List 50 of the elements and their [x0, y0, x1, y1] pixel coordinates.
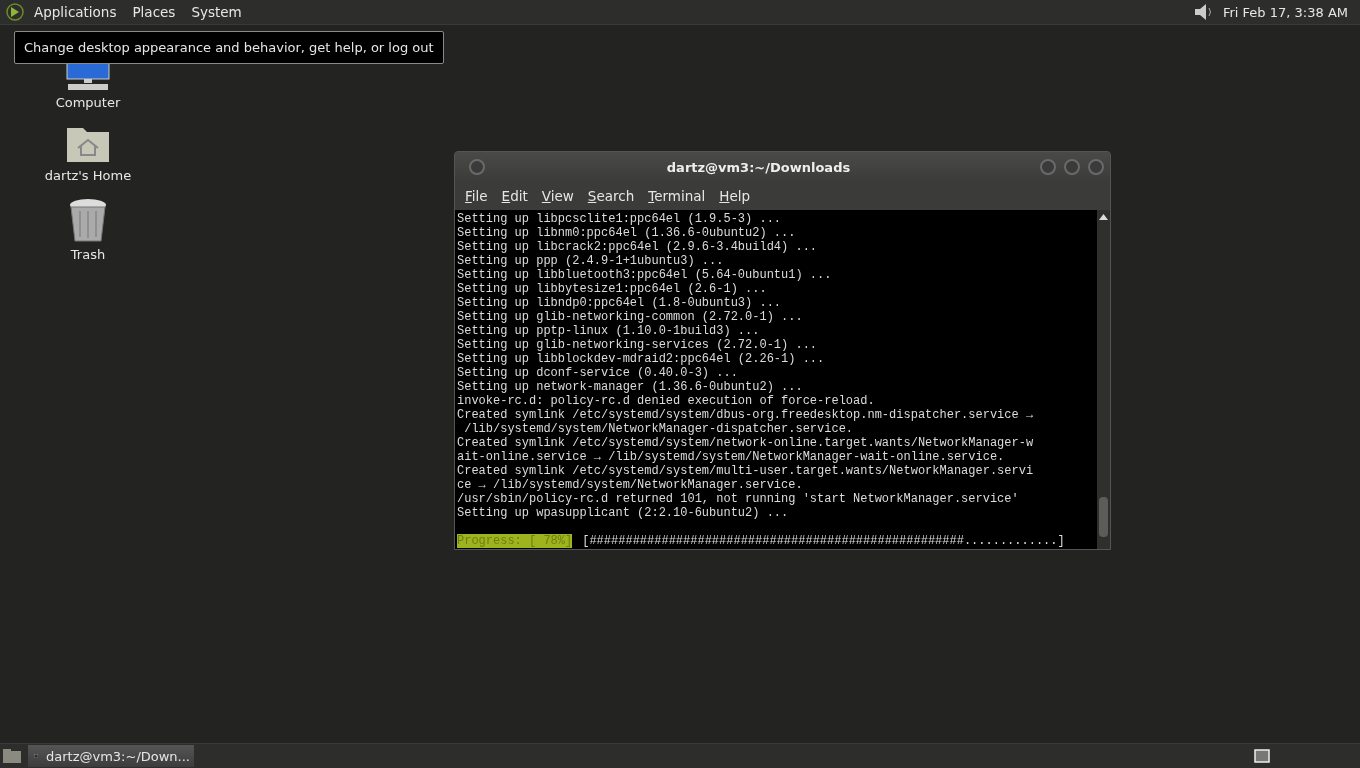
progress-bar-text: [####################################################.............] [582, 534, 1065, 548]
terminal-line: Setting up libnm0:ppc64el (1.36.6-0ubuntu2) ... [457, 226, 797, 240]
minimize-button[interactable] [1040, 159, 1056, 175]
logo-icon[interactable] [6, 3, 24, 21]
terminal-line: Setting up dconf-service (0.40.0-3) ... [457, 366, 739, 380]
terminal-line: Setting up libblockdev-mdraid2:ppc64el (2.26-1) ... [457, 352, 826, 366]
panel-menu[interactable]: Applications [28, 4, 123, 20]
menu-item[interactable]: Search [581, 188, 641, 204]
panel-menu[interactable]: System [185, 4, 248, 20]
terminal-line: ce → /lib/systemd/system/NetworkManager.service. [457, 478, 804, 492]
terminal-line: /usr/sbin/policy-rc.d returned 101, not running 'start NetworkManager.service' [457, 492, 1020, 506]
terminal-line: Setting up libpcsclite1:ppc64el (1.9.5-3) ... [457, 212, 783, 226]
show-desktop-icon[interactable] [2, 748, 22, 764]
terminal-line: Setting up libbytesize1:ppc64el (2.6-1) ... [457, 282, 768, 296]
terminal-line: Setting up glib-networking-common (2.72.0-1) ... [457, 310, 804, 324]
scrollbar[interactable] [1097, 210, 1110, 549]
terminal-line: Setting up libcrack2:ppc64el (2.9.6-3.4build4) ... [457, 240, 819, 254]
window-title: dartz@vm3:~/Downloads [665, 159, 852, 175]
terminal-line: Created symlink /etc/systemd/system/dbus-org.freedesktop.nm-dispatcher.service → [457, 408, 1035, 422]
desktop-icon-label[interactable]: Trash [70, 247, 106, 262]
terminal-line: ait-online.service → /lib/systemd/system/NetworkManager-wait-online.service. [457, 450, 1006, 464]
terminal-line: /lib/systemd/system/NetworkManager-dispatcher.service. [463, 422, 855, 436]
workspace-icon[interactable] [1254, 749, 1270, 763]
menu-item[interactable]: File [459, 188, 494, 204]
menu-item[interactable]: Edit [495, 188, 534, 204]
trash-icon[interactable] [68, 197, 108, 243]
terminal-line: invoke-rc.d: policy-rc.d denied execution of force-reload. [457, 394, 876, 408]
scrollbar-thumb[interactable] [1099, 497, 1108, 537]
terminal-line: Setting up pptp-linux (1.10.0-1build3) ... [457, 324, 761, 338]
desktop-icon-label[interactable]: Computer [55, 95, 121, 110]
desktop-icon-label[interactable]: dartz's Home [44, 168, 132, 183]
scroll-up-icon[interactable] [1099, 213, 1108, 221]
terminal-line: Created symlink /etc/systemd/system/multi-user.target.wants/NetworkManager.servi [457, 464, 1035, 478]
maximize-button[interactable] [1064, 159, 1080, 175]
menu-item[interactable]: Help [713, 188, 757, 204]
terminal-line: Setting up wpasupplicant (2:2.10-6ubuntu2) ... [457, 506, 790, 520]
tooltip: Change desktop appearance and behavior, get help, or log out [14, 31, 444, 64]
menu-item[interactable]: View [535, 188, 580, 204]
clock[interactable]: Fri Feb 17, 3:38 AM [1219, 4, 1352, 20]
terminal-line: Setting up ppp (2.4.9-1+1ubuntu3) ... [457, 254, 725, 268]
taskbar-task[interactable]: dartz@vm3:~/Down... [28, 745, 194, 767]
terminal-line: Created symlink /etc/systemd/system/network-online.target.wants/NetworkManager-w [457, 436, 1035, 450]
panel-menu[interactable]: Places [126, 4, 182, 20]
terminal-line: Setting up libbluetooth3:ppc64el (5.64-0ubuntu1) ... [457, 268, 833, 282]
close-button[interactable] [1088, 159, 1104, 175]
menu-item[interactable]: Terminal [642, 188, 712, 204]
terminal-line: Setting up glib-networking-services (2.72.0-1) ... [457, 338, 819, 352]
window-menu-button[interactable] [469, 159, 485, 175]
terminal-line: Setting up network-manager (1.36.6-0ubuntu2) ... [457, 380, 804, 394]
terminal-line: Setting up libndp0:ppc64el (1.8-0ubuntu3) ... [457, 296, 783, 310]
